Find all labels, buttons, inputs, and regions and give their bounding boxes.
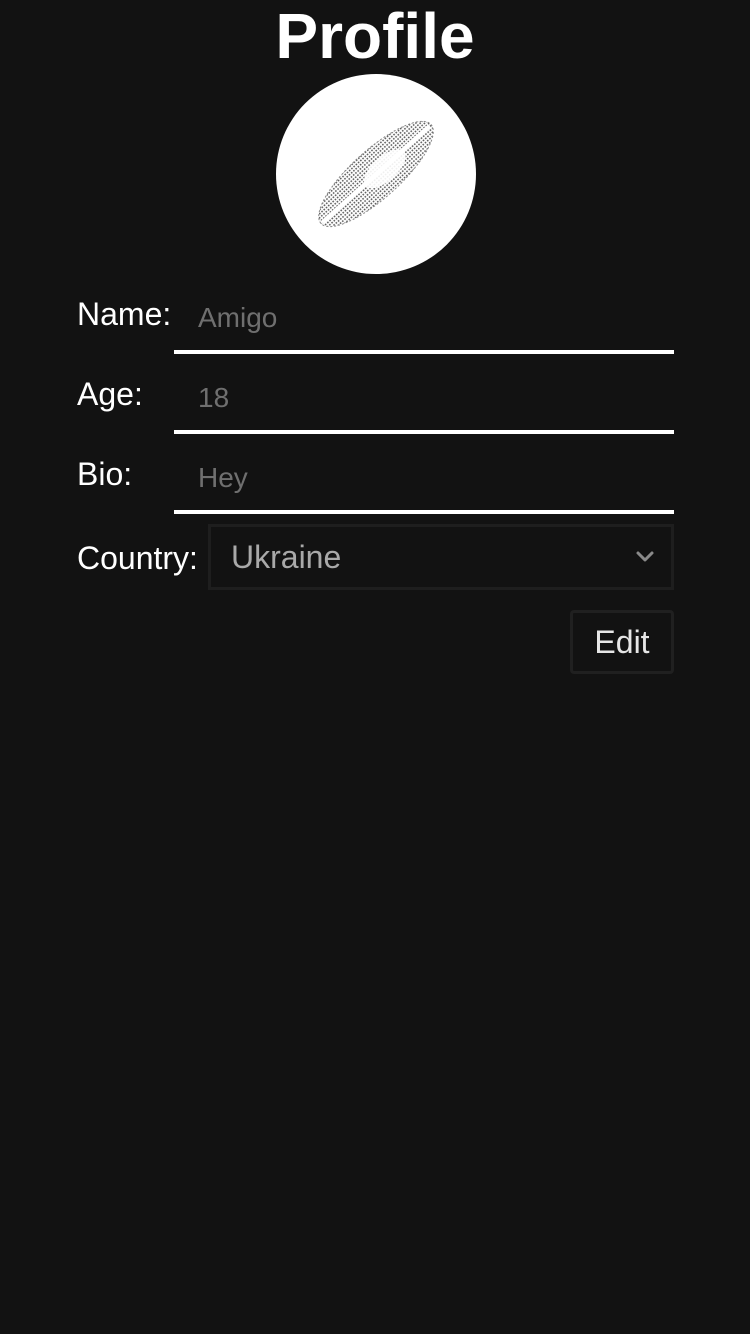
country-label: Country: (77, 540, 198, 576)
bio-field[interactable] (174, 446, 674, 510)
name-field-container (174, 286, 674, 354)
page-title: Profile (275, 0, 475, 72)
avatar[interactable] (276, 74, 476, 274)
country-select[interactable]: Ukraine (208, 524, 674, 590)
leaf-icon (318, 120, 434, 228)
edit-button[interactable]: Edit (570, 610, 674, 674)
chevron-down-icon (636, 551, 654, 562)
country-selected-value: Ukraine (231, 539, 342, 575)
bio-field-container (174, 446, 674, 514)
age-field[interactable] (174, 366, 674, 430)
age-label: Age: (77, 376, 143, 412)
bio-label: Bio: (77, 456, 133, 492)
profile-page: Profile Name: Age: Bio: Country: (0, 0, 750, 1334)
name-label: Name: (77, 296, 172, 332)
age-field-container (174, 366, 674, 434)
name-field[interactable] (174, 286, 674, 350)
